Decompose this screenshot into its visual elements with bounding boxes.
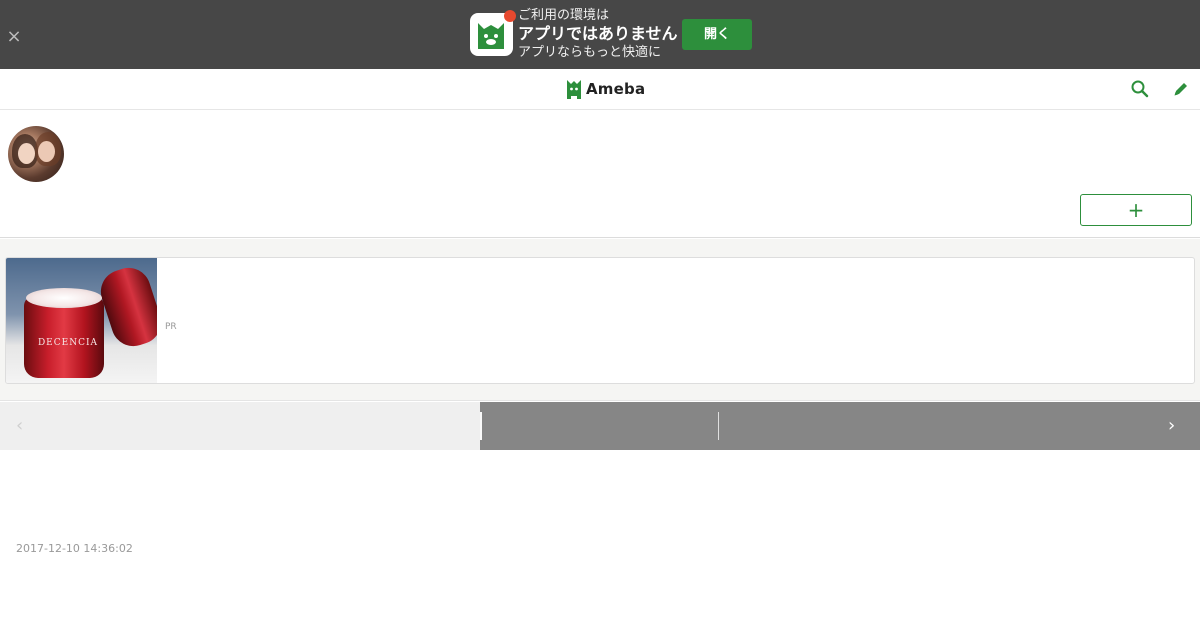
prev-entry-button[interactable]: ‹ xyxy=(0,402,480,450)
product-label: DECENCIA xyxy=(37,338,99,348)
chevron-right-icon: › xyxy=(1168,415,1176,436)
notification-dot xyxy=(504,10,516,22)
post-timestamp: 2017-12-10 14:36:02 xyxy=(16,542,133,555)
divider xyxy=(718,412,719,440)
blog-profile: + xyxy=(0,110,1200,238)
banner-text: ご利用の環境は アプリではありません アプリならもっと快適に xyxy=(518,7,678,61)
open-app-button[interactable]: 開く xyxy=(682,19,752,50)
site-header: Ameba xyxy=(0,69,1200,110)
avatar[interactable] xyxy=(8,126,64,182)
pencil-icon[interactable] xyxy=(1171,79,1191,99)
logo-text: Ameba xyxy=(586,80,646,98)
banner-line-3: アプリならもっと快適に xyxy=(518,45,662,60)
close-icon[interactable]: × xyxy=(4,27,24,47)
ad-card[interactable]: DECENCIA PR xyxy=(5,257,1195,384)
app-banner: × ご利用の環境は アプリではありません アプリならもっと快適に 開く xyxy=(0,0,1200,69)
ameba-logo[interactable]: Ameba xyxy=(565,78,645,100)
divider xyxy=(480,412,482,440)
ad-product-image[interactable]: DECENCIA xyxy=(6,258,157,383)
banner-line-2: アプリではありません xyxy=(518,24,678,43)
ad-area: DECENCIA PR xyxy=(0,239,1200,401)
entry-pager: ‹ › xyxy=(0,402,1200,450)
pr-label: PR xyxy=(165,322,177,332)
search-icon[interactable] xyxy=(1130,79,1150,99)
next-entry-button[interactable]: › xyxy=(480,402,1200,450)
banner-line-1: ご利用の環境は xyxy=(518,8,610,23)
follow-button[interactable]: + xyxy=(1080,194,1192,226)
ameba-logo-icon xyxy=(567,80,581,99)
chevron-left-icon: ‹ xyxy=(16,415,24,436)
